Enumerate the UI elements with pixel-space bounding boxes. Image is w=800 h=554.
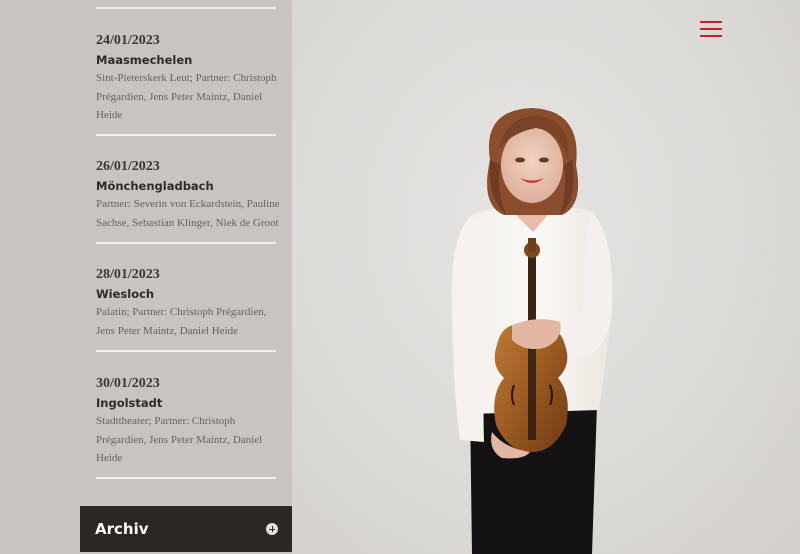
event-city: Ingolstadt [96, 396, 163, 410]
menu-bar [700, 35, 722, 37]
event-date: 30/01/2023 [96, 376, 160, 391]
menu-bar [700, 21, 722, 23]
event-date: 28/01/2023 [96, 267, 160, 282]
plus-circle-icon [266, 523, 278, 535]
divider [96, 477, 276, 479]
event-city: Mönchengladbach [96, 179, 214, 193]
event-details: Sint-Pieterskerk Leut; Partner: Christop… [96, 72, 277, 121]
event-date: 24/01/2023 [96, 33, 160, 48]
divider [96, 242, 276, 244]
divider [96, 134, 276, 136]
event-details: Stadttheater; Partner: Christoph Prégard… [96, 415, 263, 464]
hamburger-menu-button[interactable] [700, 20, 722, 38]
violinist-portrait [451, 108, 613, 554]
menu-bar [700, 28, 722, 30]
event-details: Palatin; Partner: Christoph Prégardien, … [96, 306, 267, 337]
divider [96, 350, 276, 352]
event-item: 28/01/2023 Wiesloch Palatin; Partner: Ch… [96, 267, 286, 340]
event-city: Wiesloch [96, 287, 155, 301]
event-item: 26/01/2023 Mönchengladbach Partner: Seve… [96, 159, 286, 232]
event-details: Partner: Severin von Eckardstein, Paulin… [96, 198, 280, 229]
concert-dates-sidebar: 24/01/2023 Maasmechelen Sint-Pieterskerk… [0, 0, 292, 554]
event-city: Maasmechelen [96, 53, 193, 67]
event-item: 30/01/2023 Ingolstadt Stadttheater; Part… [96, 376, 286, 468]
event-date: 26/01/2023 [96, 159, 160, 174]
archive-label: Archiv [95, 520, 149, 538]
event-item: 24/01/2023 Maasmechelen Sint-Pieterskerk… [96, 33, 286, 125]
hero-image [292, 0, 800, 554]
divider [96, 7, 276, 9]
archive-toggle-button[interactable]: Archiv [80, 506, 292, 552]
